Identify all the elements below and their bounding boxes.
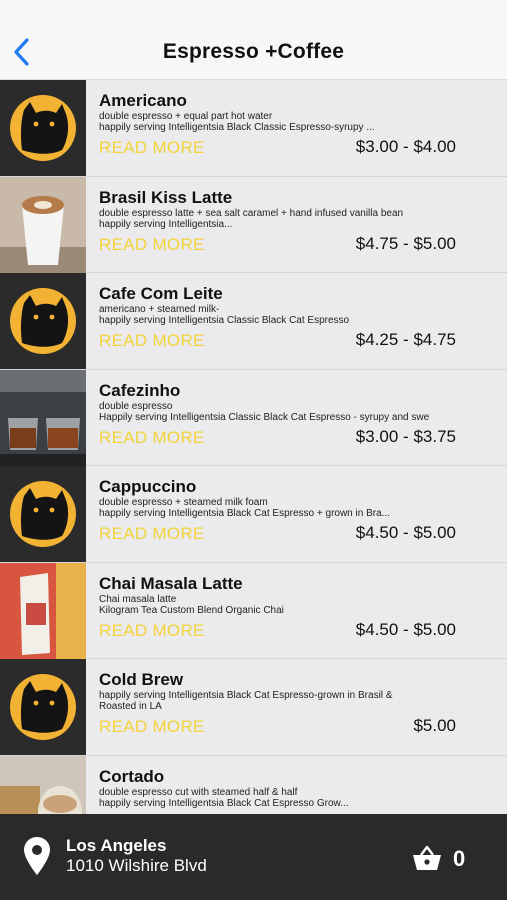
menu-item-name: Brasil Kiss Latte xyxy=(99,187,233,207)
menu-item[interactable]: Americano double espresso + equal part ho… xyxy=(0,80,507,177)
menu-item-description: Chai masala latte xyxy=(99,593,177,605)
menu-item-description: happily serving Intelligentsia Black Cat… xyxy=(99,508,390,519)
menu-item-description: Kilogram Tea Custom Blend Organic Chai xyxy=(99,604,284,616)
menu-item-name: Cortado xyxy=(99,766,165,786)
map-pin-icon xyxy=(24,837,50,875)
menu-item-description: Happily serving Intelligentsia Classic B… xyxy=(99,411,430,423)
menu-item-name: Cafe Com Leite xyxy=(99,284,223,303)
menu-item-image xyxy=(0,755,86,814)
menu-item-image xyxy=(0,176,86,273)
location-footer: Los Angeles 1010 Wilshire Blvd 0 xyxy=(0,814,507,900)
menu-item-image xyxy=(0,659,86,755)
read-more-link[interactable]: READ MORE xyxy=(99,621,205,641)
menu-item-description: happily serving Intelligentsia Classic B… xyxy=(99,315,350,326)
menu-item-image xyxy=(0,273,86,369)
menu-item-image xyxy=(0,466,86,562)
menu-item-name: Cold Brew xyxy=(99,670,184,689)
menu-item-price: $3.00 - $4.00 xyxy=(355,137,456,156)
menu-item-price: $4.50 - $5.00 xyxy=(355,523,456,542)
menu-item-description: double espresso latte + sea salt caramel… xyxy=(99,207,404,219)
menu-item-name: Cafezinho xyxy=(99,380,181,400)
menu-item[interactable]: Chai Masala Latte Chai masala latte Kilogr… xyxy=(0,562,507,659)
menu-item-description: double espresso + steamed milk foam xyxy=(99,497,268,508)
page-title: Espresso +Coffee xyxy=(162,40,345,63)
menu-item-price: $3.00 - $3.75 xyxy=(355,426,456,446)
menu-item-price: $5.00 xyxy=(413,716,456,735)
navigation-bar: Espresso +Coffee xyxy=(0,0,507,80)
menu-item-name: Cappuccino xyxy=(99,477,197,496)
basket-icon[interactable] xyxy=(412,844,442,872)
menu-item[interactable]: Cafe Com Leite americano + steamed milk-h… xyxy=(0,273,507,370)
read-more-link[interactable]: READ MORE xyxy=(99,524,205,544)
location-address: 1010 Wilshire Blvd xyxy=(66,856,207,875)
menu-item[interactable]: Cappuccino double espresso + steamed milk… xyxy=(0,466,507,563)
menu-item-description: americano + steamed milk- xyxy=(99,304,220,315)
menu-item-image xyxy=(0,562,86,659)
menu-item-description: happily serving Intelligentsia Black Cat… xyxy=(99,797,349,809)
menu-item-price: $4.75 - $5.00 xyxy=(355,233,456,253)
menu-item[interactable]: Brasil Kiss Latte double espresso latte +… xyxy=(0,176,507,273)
menu-item[interactable]: Cold Brew happily serving Intelligentsia … xyxy=(0,659,507,756)
read-more-link[interactable]: READ MORE xyxy=(99,717,205,737)
menu-item-price: $4.25 - $4.75 xyxy=(355,330,456,349)
read-more-link[interactable]: READ MORE xyxy=(99,331,205,351)
menu-item-description: Roasted in LA xyxy=(99,701,162,712)
menu-item-description: happily serving Intelligentsia Black Cat… xyxy=(99,690,393,701)
menu-item-image xyxy=(0,80,86,176)
cart-count[interactable]: 0 xyxy=(453,846,465,872)
read-more-link[interactable]: READ MORE xyxy=(99,138,205,158)
menu-item-image xyxy=(0,369,86,466)
menu-item-name: Chai Masala Latte xyxy=(99,573,243,593)
menu-item-description: happily serving Intelligentsia... xyxy=(99,218,233,230)
menu-item[interactable]: Cafezinho double espresso Happily serving… xyxy=(0,369,507,466)
menu-item-price: $4.50 - $5.00 xyxy=(355,619,456,639)
menu-item-description: double espresso cut with steamed half & … xyxy=(99,786,298,798)
menu-item-description: double espresso + equal part hot water xyxy=(99,111,273,122)
menu-item-description: happily serving Intelligentsia Black Cla… xyxy=(99,122,375,133)
menu-list[interactable]: Americano double espresso + equal part ho… xyxy=(0,80,507,814)
menu-item-description: double espresso xyxy=(99,400,173,412)
read-more-link[interactable]: READ MORE xyxy=(99,235,205,255)
read-more-link[interactable]: READ MORE xyxy=(99,428,205,448)
location-city: Los Angeles xyxy=(66,836,167,855)
menu-item[interactable]: Cortado double espresso cut with steamed … xyxy=(0,755,507,814)
menu-item-name: Americano xyxy=(99,91,187,110)
